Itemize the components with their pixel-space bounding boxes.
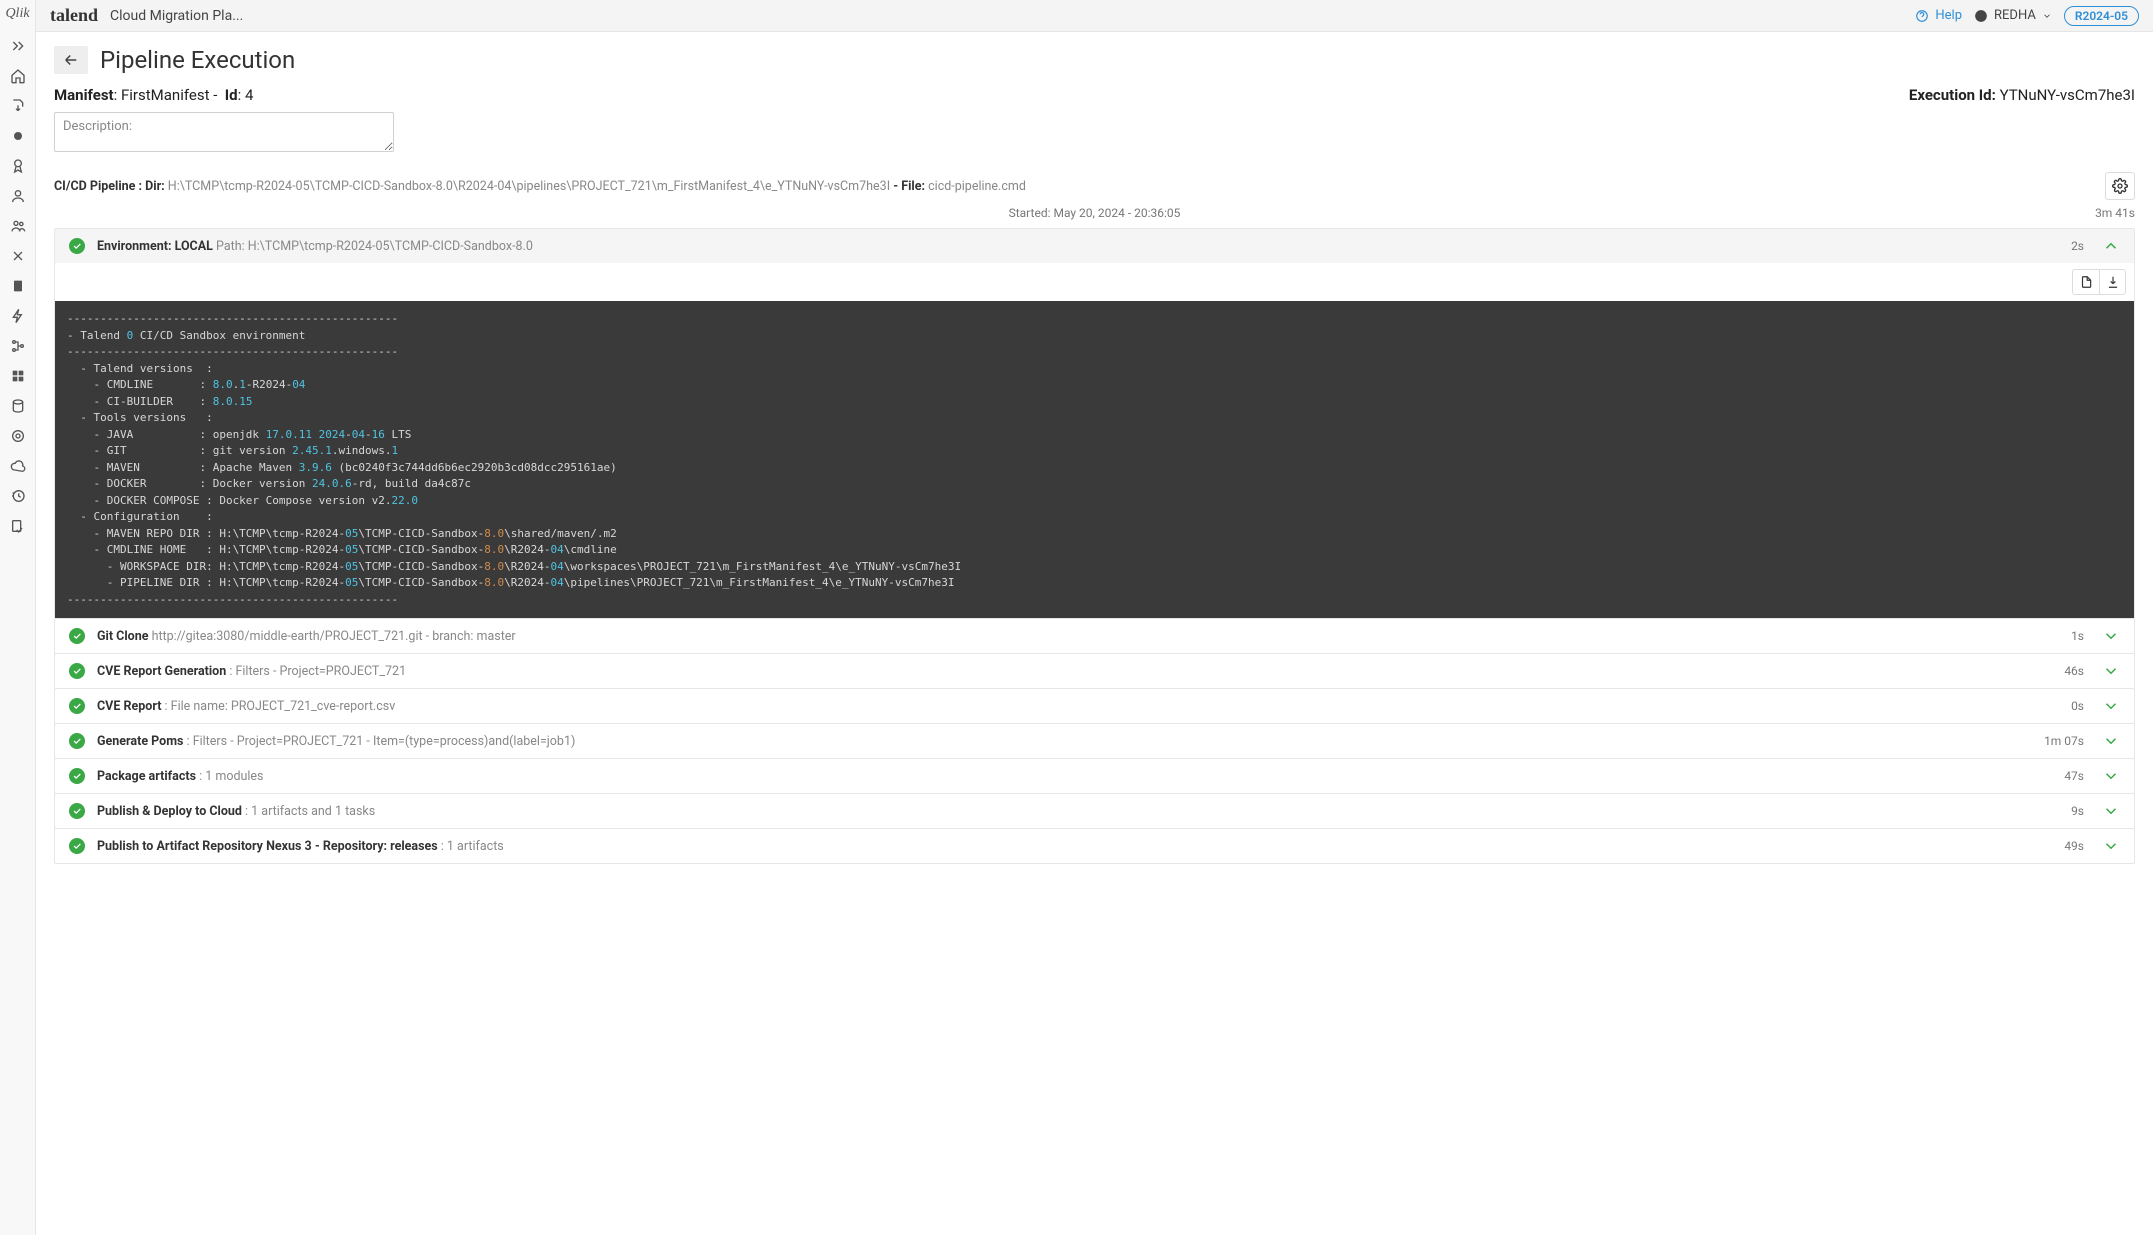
- step-duration: 0s: [2071, 699, 2084, 713]
- check-icon: [69, 238, 85, 254]
- total-duration: 3m 41s: [2095, 206, 2135, 220]
- home-icon[interactable]: [0, 62, 36, 90]
- description-input[interactable]: Description:: [54, 112, 394, 152]
- chevron-down-icon[interactable]: [2102, 627, 2120, 645]
- pipeline-step-header[interactable]: Generate Poms : Filters - Project=PROJEC…: [55, 724, 2134, 758]
- copy-log-button[interactable]: [2073, 270, 2099, 294]
- settings-button[interactable]: [2105, 172, 2135, 200]
- chevron-down-icon[interactable]: [2102, 767, 2120, 785]
- step-title: Generate Poms: [97, 734, 183, 749]
- pipeline-step: Package artifacts : 1 modules47s: [54, 758, 2135, 794]
- help-link[interactable]: Help: [1915, 8, 1962, 23]
- expand-icon[interactable]: [0, 32, 36, 60]
- history-icon[interactable]: [0, 482, 36, 510]
- step-duration: 49s: [2064, 839, 2084, 853]
- description-label: Description:: [63, 119, 132, 134]
- step-duration: 1m 07s: [2044, 734, 2084, 748]
- pipeline-step-header[interactable]: Git Clone http://gitea:3080/middle-earth…: [55, 619, 2134, 653]
- chevron-down-icon[interactable]: [2102, 802, 2120, 820]
- step-title: Git Clone: [97, 629, 148, 644]
- check-icon: [69, 663, 85, 679]
- check-icon: [69, 838, 85, 854]
- pipeline-step: Git Clone http://gitea:3080/middle-earth…: [54, 618, 2135, 654]
- check-icon: [69, 768, 85, 784]
- file-icon: [2079, 275, 2093, 289]
- app-title: Cloud Migration Pla...: [110, 8, 243, 24]
- step-duration: 46s: [2064, 664, 2084, 678]
- topbar: talend Cloud Migration Pla... Help REDHA…: [36, 0, 2153, 32]
- back-button[interactable]: [54, 46, 88, 74]
- chevron-down-icon[interactable]: [2102, 732, 2120, 750]
- step-duration: 1s: [2071, 629, 2084, 643]
- pipeline-dir: CI/CD Pipeline : Dir: H:\TCMP\tcmp-R2024…: [54, 179, 1026, 194]
- pipeline-step-header[interactable]: Environment: LOCAL Path: H:\TCMP\tcmp-R2…: [55, 229, 2134, 263]
- pipeline-step-header[interactable]: CVE Report Generation : Filters - Projec…: [55, 654, 2134, 688]
- step-title: Publish to Artifact Repository Nexus 3 -…: [97, 839, 438, 854]
- user-name: REDHA: [1994, 8, 2036, 23]
- flash-icon[interactable]: [0, 302, 36, 330]
- arrow-left-icon: [62, 51, 80, 69]
- qlik-logo: Qlik: [5, 6, 29, 22]
- console-output: ----------------------------------------…: [54, 301, 2135, 618]
- pipeline-step-header[interactable]: Package artifacts : 1 modules47s: [55, 759, 2134, 793]
- export-icon[interactable]: [0, 92, 36, 120]
- badge-icon[interactable]: [0, 152, 36, 180]
- download-log-button[interactable]: [2099, 270, 2125, 294]
- info-icon[interactable]: [0, 272, 36, 300]
- cloud-icon[interactable]: [0, 452, 36, 480]
- step-title: Package artifacts: [97, 769, 196, 784]
- tools-icon[interactable]: [0, 242, 36, 270]
- check-icon: [69, 698, 85, 714]
- users-icon[interactable]: [0, 212, 36, 240]
- pipeline-step: Publish & Deploy to Cloud : 1 artifacts …: [54, 793, 2135, 829]
- user-menu[interactable]: REDHA: [1974, 8, 2052, 23]
- checkout-icon[interactable]: [0, 512, 36, 540]
- manifest-meta: Manifest: FirstManifest - Id: 4: [54, 86, 253, 104]
- status-icon[interactable]: [0, 122, 36, 150]
- brand-logo: talend: [50, 5, 98, 26]
- pipeline-step-header[interactable]: Publish to Artifact Repository Nexus 3 -…: [55, 829, 2134, 863]
- pipeline-step: CVE Report : File name: PROJECT_721_cve-…: [54, 688, 2135, 724]
- pipeline-step: Generate Poms : Filters - Project=PROJEC…: [54, 723, 2135, 759]
- help-icon: [1915, 9, 1929, 23]
- pipeline-step: Environment: LOCAL Path: H:\TCMP\tcmp-R2…: [54, 228, 2135, 264]
- log-toolbar: [54, 263, 2135, 301]
- left-nav: Qlik: [0, 0, 36, 1235]
- started-time: Started: May 20, 2024 - 20:36:05: [1009, 206, 1181, 220]
- pipeline-step-header[interactable]: CVE Report : File name: PROJECT_721_cve-…: [55, 689, 2134, 723]
- page-title: Pipeline Execution: [100, 46, 295, 74]
- user-icon[interactable]: [0, 182, 36, 210]
- user-avatar-icon: [1974, 9, 1988, 23]
- gear-icon: [2112, 178, 2128, 194]
- chevron-down-icon[interactable]: [2102, 837, 2120, 855]
- step-duration: 2s: [2071, 239, 2084, 253]
- version-pill[interactable]: R2024-05: [2064, 6, 2139, 26]
- pipeline-step: CVE Report Generation : Filters - Projec…: [54, 653, 2135, 689]
- target-icon[interactable]: [0, 422, 36, 450]
- chevron-down-icon: [2042, 11, 2052, 21]
- chevron-down-icon[interactable]: [2102, 662, 2120, 680]
- step-title: CVE Report: [97, 699, 161, 714]
- step-title: Publish & Deploy to Cloud: [97, 804, 242, 819]
- step-title: Environment: LOCAL: [97, 239, 213, 254]
- check-icon: [69, 628, 85, 644]
- execution-id: Execution Id: YTNuNY-vsCm7he3I: [1909, 86, 2135, 104]
- help-label: Help: [1935, 8, 1962, 23]
- step-duration: 47s: [2064, 769, 2084, 783]
- db-icon[interactable]: [0, 392, 36, 420]
- step-title: CVE Report Generation: [97, 664, 226, 679]
- check-icon: [69, 733, 85, 749]
- chevron-down-icon[interactable]: [2102, 697, 2120, 715]
- download-icon: [2106, 275, 2120, 289]
- check-icon: [69, 803, 85, 819]
- step-duration: 9s: [2071, 804, 2084, 818]
- pipeline-step: Publish to Artifact Repository Nexus 3 -…: [54, 828, 2135, 864]
- pipeline-step-header[interactable]: Publish & Deploy to Cloud : 1 artifacts …: [55, 794, 2134, 828]
- tree-icon[interactable]: [0, 332, 36, 360]
- grid-icon[interactable]: [0, 362, 36, 390]
- chevron-up-icon[interactable]: [2102, 237, 2120, 255]
